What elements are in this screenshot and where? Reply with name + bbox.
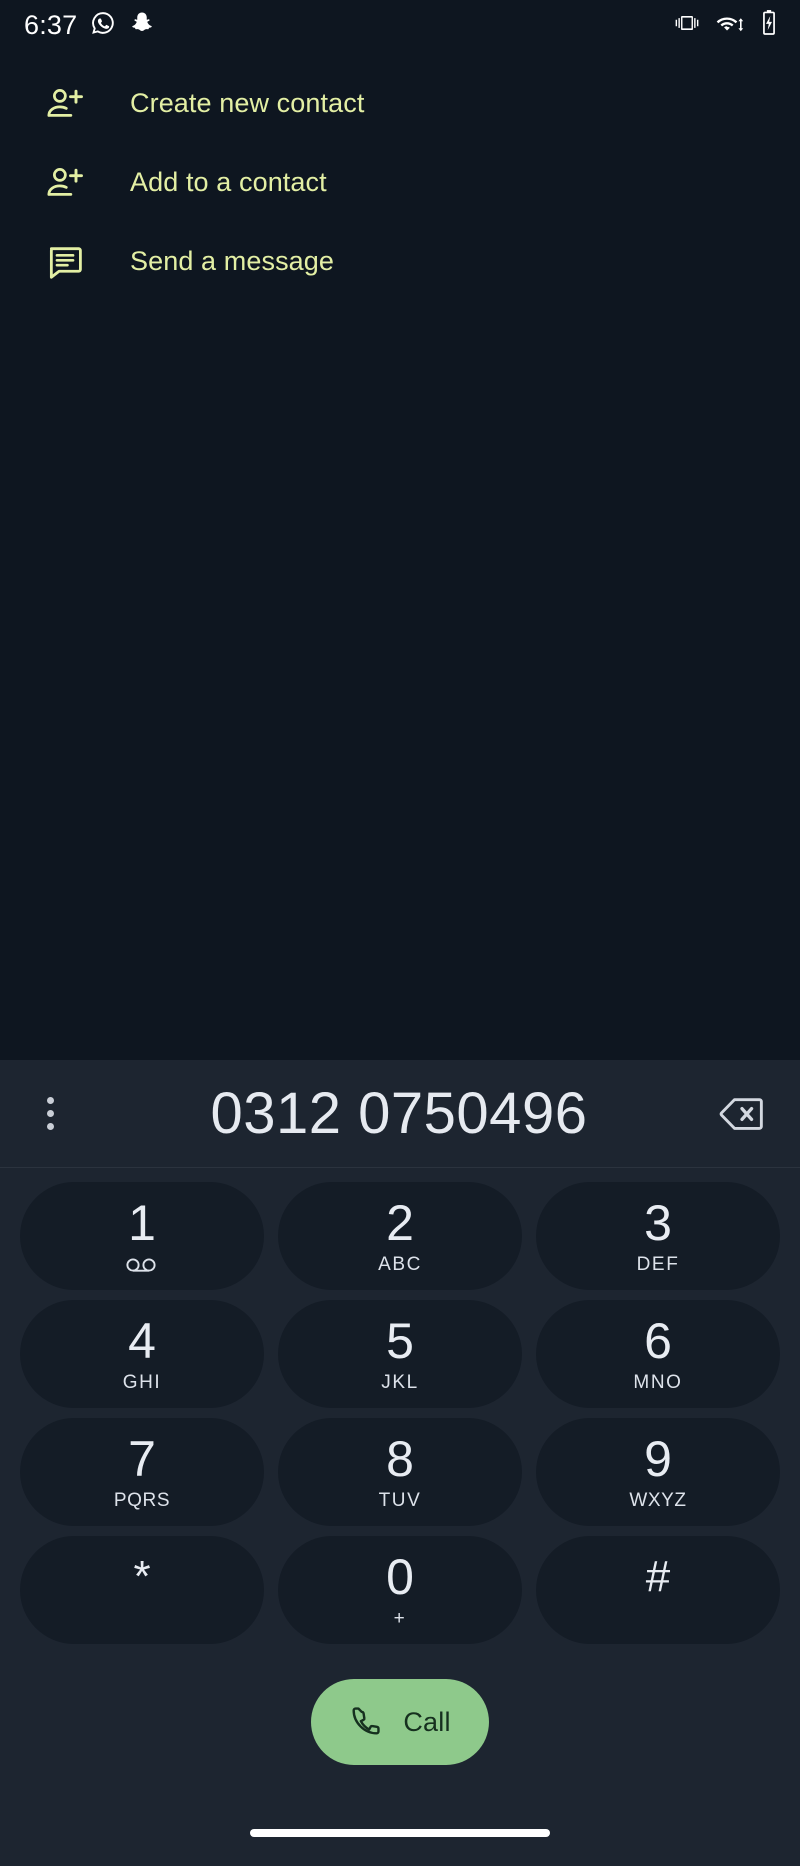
key-digit: 1: [128, 1194, 156, 1251]
key-digit: 4: [128, 1312, 156, 1369]
key-star[interactable]: *: [20, 1536, 264, 1644]
key-3[interactable]: 3 DEF: [536, 1182, 780, 1290]
call-button-label: Call: [403, 1706, 451, 1737]
key-digit: 8: [386, 1430, 414, 1487]
key-digit: 2: [386, 1194, 414, 1251]
key-7[interactable]: 7 PQRS: [20, 1418, 264, 1526]
person-add-icon: [42, 81, 88, 127]
call-button-row: Call: [0, 1644, 800, 1800]
key-digit: 0: [386, 1548, 414, 1605]
key-letters: DEF: [636, 1253, 680, 1275]
key-letters: WXYZ: [629, 1489, 687, 1511]
key-0[interactable]: 0 +: [278, 1536, 522, 1644]
navigation-bar: [0, 1800, 800, 1866]
suggestion-list: Create new contact Add to a contact Send…: [0, 50, 800, 1060]
key-letters: JKL: [381, 1371, 419, 1393]
person-add-icon: [42, 160, 88, 206]
key-digit: 3: [644, 1194, 672, 1251]
key-9[interactable]: 9 WXYZ: [536, 1418, 780, 1526]
key-5[interactable]: 5 JKL: [278, 1300, 522, 1408]
key-6[interactable]: 6 MNO: [536, 1300, 780, 1408]
action-create-new-contact[interactable]: Create new contact: [0, 64, 800, 143]
status-bar-left: 6:37: [24, 10, 155, 41]
key-digit: 5: [386, 1312, 414, 1369]
message-icon: [42, 239, 88, 285]
battery-charging-icon: [760, 9, 778, 42]
key-letters: ABC: [378, 1253, 422, 1275]
action-label: Create new contact: [130, 88, 365, 118]
key-letters: PQRS: [113, 1489, 171, 1511]
key-digit: *: [133, 1551, 151, 1601]
dialer-screen: 6:37 Create new contact Add to a contact…: [0, 0, 800, 1866]
dial-panel: 0312 0750496 1 2 ABC 3 DEF 4 GHI 5 JKL 6…: [0, 1060, 800, 1800]
dialed-number-field[interactable]: 0312 0750496: [74, 1080, 714, 1147]
key-letters: MNO: [633, 1371, 683, 1393]
home-gesture-bar[interactable]: [250, 1829, 550, 1837]
key-digit: 7: [128, 1430, 156, 1487]
keypad-grid: 1 2 ABC 3 DEF 4 GHI 5 JKL 6 MNO 7 PQRS 8…: [0, 1168, 800, 1644]
key-4[interactable]: 4 GHI: [20, 1300, 264, 1408]
whatsapp-icon: [90, 10, 116, 41]
key-plus: +: [393, 1607, 407, 1629]
action-label: Send a message: [130, 246, 335, 276]
key-8[interactable]: 8 TUV: [278, 1418, 522, 1526]
key-letters: GHI: [122, 1371, 162, 1393]
key-digit: #: [645, 1551, 671, 1601]
key-2[interactable]: 2 ABC: [278, 1182, 522, 1290]
backspace-icon[interactable]: [714, 1088, 770, 1140]
key-digit: 9: [644, 1430, 672, 1487]
status-time: 6:37: [24, 9, 78, 40]
action-send-a-message[interactable]: Send a message: [0, 222, 800, 301]
status-bar: 6:37: [0, 0, 800, 50]
call-button[interactable]: Call: [311, 1679, 489, 1765]
voicemail-icon: [125, 1255, 159, 1275]
action-add-to-a-contact[interactable]: Add to a contact: [0, 143, 800, 222]
key-1[interactable]: 1: [20, 1182, 264, 1290]
key-digit: 6: [644, 1312, 672, 1369]
wifi-icon: [715, 10, 745, 41]
number-display-bar: 0312 0750496: [0, 1060, 800, 1168]
vibrate-icon: [674, 10, 700, 41]
more-vert-icon[interactable]: [26, 1090, 74, 1138]
status-bar-right: [674, 9, 778, 42]
key-hash[interactable]: #: [536, 1536, 780, 1644]
phone-icon: [349, 1704, 383, 1741]
action-label: Add to a contact: [130, 167, 327, 197]
key-letters: TUV: [378, 1489, 422, 1511]
snapchat-icon: [129, 10, 155, 41]
